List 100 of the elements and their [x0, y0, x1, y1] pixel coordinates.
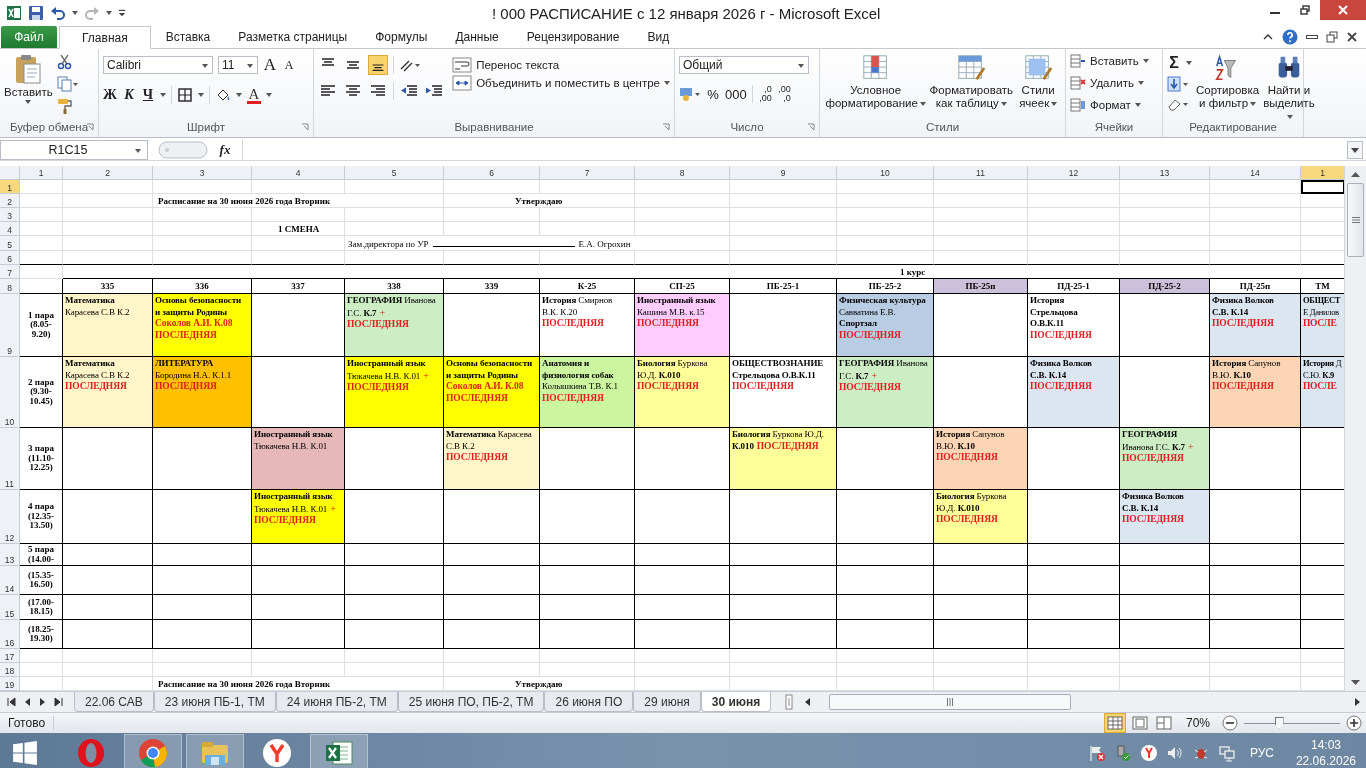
delete-cells-button[interactable]: Удалить: [1070, 74, 1144, 92]
format-cells-button[interactable]: Формат: [1070, 96, 1141, 114]
row-header[interactable]: 15: [0, 595, 20, 620]
empty-cell[interactable]: [345, 620, 444, 649]
number-format-field[interactable]: Общий: [679, 56, 809, 74]
restore-icon[interactable]: [1326, 31, 1338, 43]
empty-cell[interactable]: [934, 544, 1028, 566]
empty-cell[interactable]: [837, 566, 934, 595]
empty-cell[interactable]: [153, 620, 252, 649]
empty-cell[interactable]: [63, 544, 153, 566]
row-header[interactable]: 9: [0, 294, 20, 357]
close-button[interactable]: [1320, 0, 1366, 20]
conditional-formatting-button[interactable]: Условное форматирование: [824, 52, 928, 110]
row-header[interactable]: 10: [0, 357, 20, 428]
empty-cell[interactable]: [934, 595, 1028, 620]
caret-icon[interactable]: [236, 93, 242, 97]
column-header[interactable]: 4: [252, 166, 345, 180]
column-header[interactable]: 12: [1028, 166, 1120, 180]
empty-cell[interactable]: [837, 544, 934, 566]
caret-icon[interactable]: [1186, 61, 1192, 65]
empty-cell[interactable]: [252, 620, 345, 649]
empty-cell[interactable]: [63, 620, 153, 649]
currency-icon[interactable]: [679, 86, 701, 102]
empty-cell[interactable]: [153, 566, 252, 595]
scrollbar-thumb[interactable]: [1347, 183, 1364, 257]
row-header[interactable]: 17: [0, 649, 20, 663]
row-header[interactable]: 13: [0, 544, 20, 566]
font-name-field[interactable]: Calibri: [103, 56, 213, 74]
caret-icon[interactable]: [72, 11, 78, 15]
row-header[interactable]: 18: [0, 663, 20, 677]
empty-cell[interactable]: [635, 544, 730, 566]
column-header[interactable]: 1: [1301, 166, 1344, 180]
column-header[interactable]: 3: [153, 166, 252, 180]
percent-button[interactable]: %: [706, 86, 720, 102]
zoom-slider-thumb[interactable]: [1274, 716, 1284, 729]
row-header[interactable]: 1: [0, 180, 20, 194]
empty-cell[interactable]: [540, 595, 635, 620]
row-header[interactable]: 5: [0, 236, 20, 251]
empty-cell[interactable]: [1210, 566, 1301, 595]
empty-cell[interactable]: [730, 620, 837, 649]
close-icon[interactable]: [1346, 31, 1358, 43]
wrap-text-button[interactable]: Перенос текста: [452, 56, 560, 74]
first-sheet-icon[interactable]: [6, 697, 16, 707]
yandex-icon[interactable]: [1139, 744, 1158, 762]
sort-filter-button[interactable]: Сортировка и фильтр: [1196, 52, 1260, 110]
sheet-tab[interactable]: 29 июня: [633, 692, 701, 712]
empty-cell[interactable]: [730, 595, 837, 620]
grow-font-button[interactable]: A: [263, 55, 277, 75]
zoom-level[interactable]: 70%: [1185, 716, 1210, 730]
row-header[interactable]: 4: [0, 222, 20, 236]
ribbon-tab[interactable]: Главная: [59, 26, 151, 49]
italic-button[interactable]: К: [122, 87, 136, 103]
help-icon[interactable]: [1282, 29, 1298, 45]
empty-cell[interactable]: [1120, 620, 1210, 649]
empty-cell[interactable]: [444, 620, 540, 649]
column-header[interactable]: 13: [1120, 166, 1210, 180]
ribbon-tab[interactable]: Файл: [1, 26, 57, 48]
empty-cell[interactable]: [153, 544, 252, 566]
column-header[interactable]: 2: [63, 166, 153, 180]
empty-cell[interactable]: [252, 544, 345, 566]
caret-icon[interactable]: [106, 11, 112, 15]
undo-icon[interactable]: [50, 5, 66, 21]
fill-bucket-icon[interactable]: [215, 87, 231, 103]
shrink-font-button[interactable]: A: [282, 57, 296, 73]
empty-cell[interactable]: [345, 595, 444, 620]
sheet-tab[interactable]: 25 июня ПО, ПБ-2, ТМ: [397, 692, 545, 712]
insert-cells-button[interactable]: Вставить: [1070, 52, 1149, 70]
row-header[interactable]: 2: [0, 194, 20, 208]
column-header[interactable]: 7: [540, 166, 635, 180]
last-sheet-icon[interactable]: [54, 697, 64, 707]
ribbon-tab[interactable]: Вставка: [152, 26, 224, 48]
ribbon-tab[interactable]: Формулы: [362, 26, 441, 48]
dialog-launcher-icon[interactable]: [662, 123, 670, 131]
empty-cell[interactable]: [444, 566, 540, 595]
dialog-launcher-icon[interactable]: [86, 123, 94, 131]
decrease-decimal-button[interactable]: ,00 ,0: [776, 85, 791, 103]
empty-cell[interactable]: [934, 566, 1028, 595]
empty-cell[interactable]: [1120, 595, 1210, 620]
empty-cell[interactable]: [635, 595, 730, 620]
empty-cell[interactable]: [444, 490, 540, 544]
empty-cell[interactable]: [1028, 566, 1120, 595]
empty-cell[interactable]: [540, 566, 635, 595]
empty-cell[interactable]: [1210, 544, 1301, 566]
ribbon-tab[interactable]: Данные: [442, 26, 512, 48]
empty-cell[interactable]: [730, 544, 837, 566]
row-header[interactable]: 19: [0, 677, 20, 691]
empty-cell[interactable]: [635, 620, 730, 649]
row-header[interactable]: 6: [0, 251, 20, 265]
empty-cell[interactable]: [635, 490, 730, 544]
name-box[interactable]: R1C15: [0, 140, 148, 160]
sheet-tab[interactable]: 22.06 САВ: [74, 692, 154, 712]
empty-cell[interactable]: [540, 490, 635, 544]
column-header[interactable]: 10: [837, 166, 934, 180]
empty-cell[interactable]: [1028, 544, 1120, 566]
column-header[interactable]: 5: [345, 166, 444, 180]
scroll-right-icon[interactable]: [1352, 697, 1362, 707]
empty-cell[interactable]: [635, 566, 730, 595]
fill-down-icon[interactable]: [1167, 76, 1189, 92]
empty-cell[interactable]: [252, 566, 345, 595]
minimize-icon[interactable]: [1306, 35, 1318, 39]
